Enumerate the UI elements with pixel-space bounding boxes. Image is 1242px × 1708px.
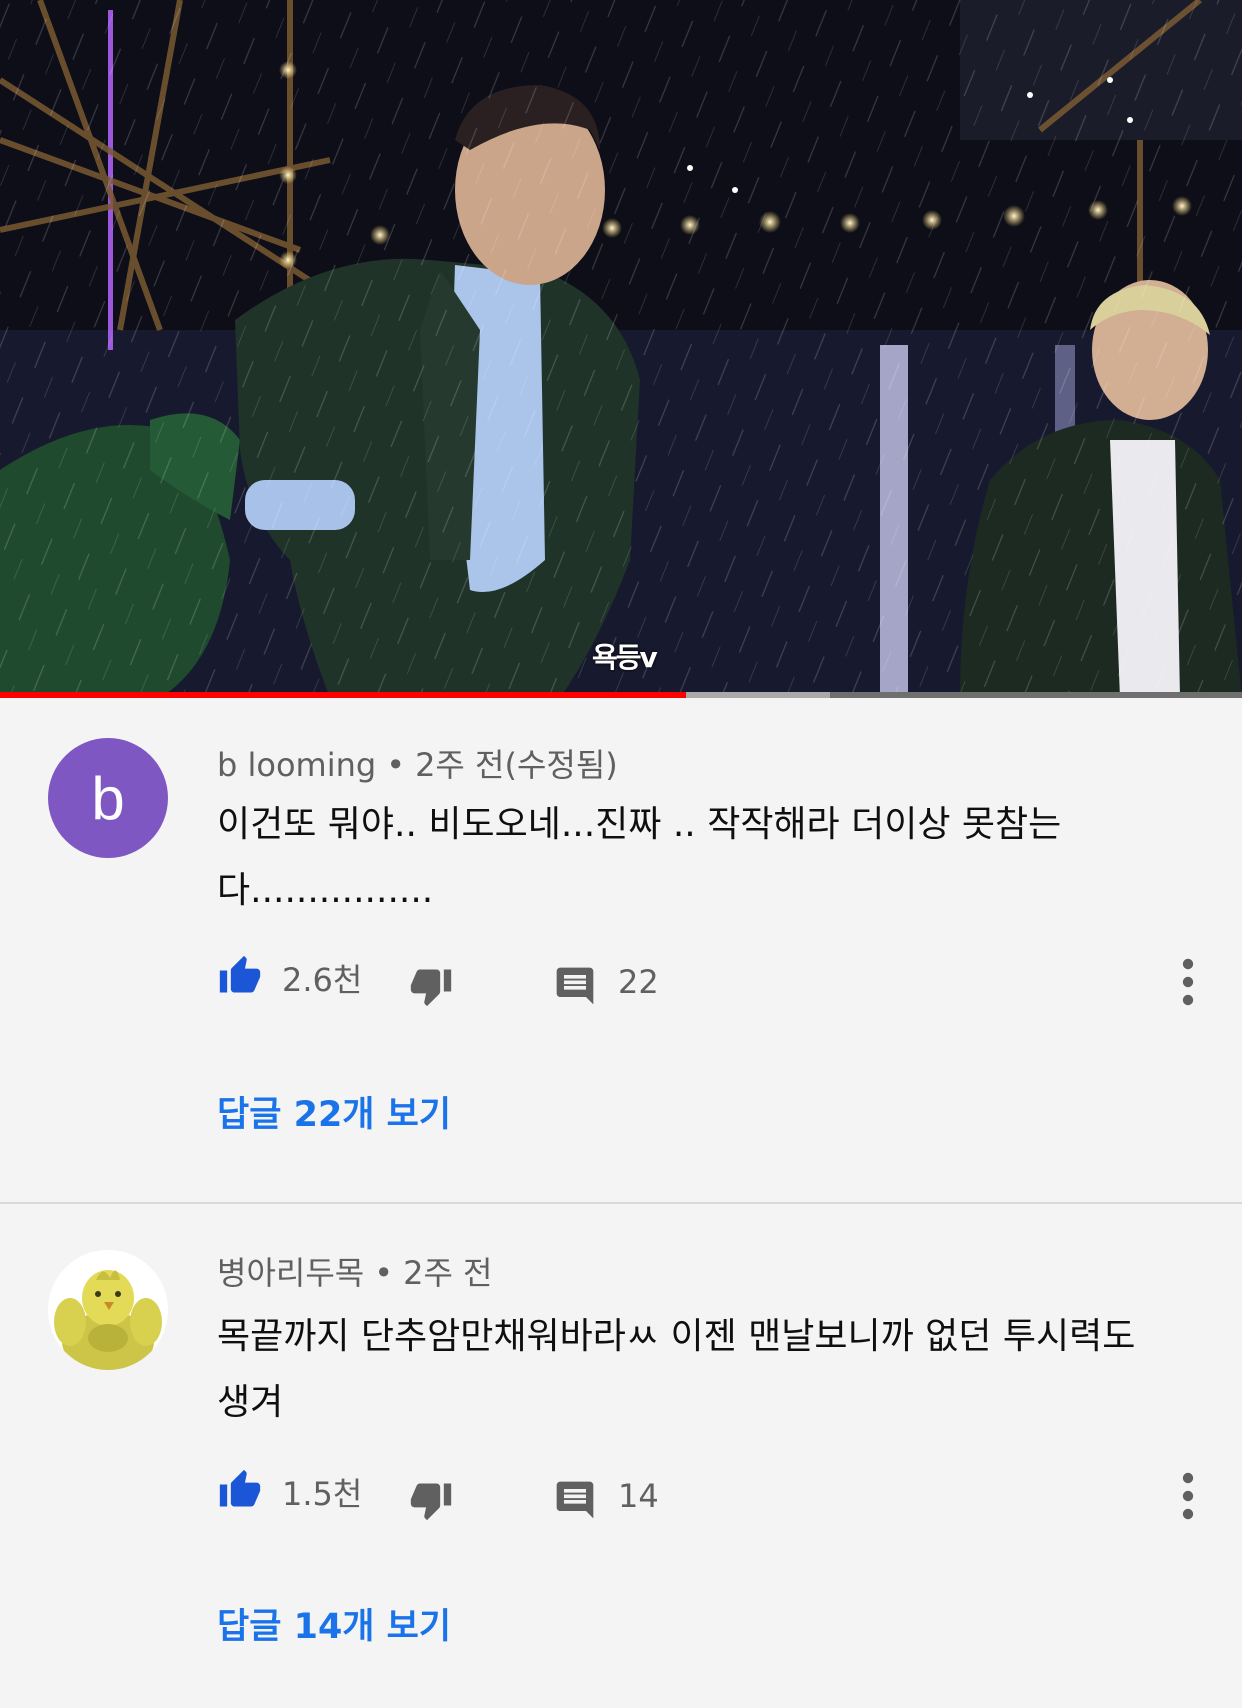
chick-avatar-icon — [48, 1250, 168, 1370]
comment-icon[interactable] — [553, 1478, 597, 1522]
avatar[interactable]: b — [48, 738, 168, 858]
avatar-letter: b — [91, 764, 125, 832]
comment-time: 2주 전 — [403, 1254, 493, 1292]
like-count: 1.5천 — [282, 1475, 363, 1513]
meta-separator: • — [374, 1254, 394, 1292]
thumb-up-icon[interactable] — [217, 1468, 263, 1512]
more-vert-icon[interactable] — [1176, 956, 1200, 1008]
comment-text: 이건또 뭐야.. 비도오네...진짜 .. 작작해라 더이상 못참는다.....… — [217, 804, 1062, 911]
comment-author[interactable]: b looming — [217, 746, 376, 784]
comment-actions: 2.6천 22 — [0, 952, 1242, 1012]
meta-separator: • — [386, 746, 406, 784]
comment-icon[interactable] — [553, 964, 597, 1008]
comment-actions: 1.5천 14 — [0, 1466, 1242, 1526]
avatar[interactable] — [48, 1250, 168, 1370]
reply-count: 14 — [618, 1477, 659, 1515]
video-frame — [0, 0, 1242, 698]
video-player[interactable]: 욕등v — [0, 0, 1242, 698]
comment-time: 2주 전(수정됨) — [415, 746, 618, 784]
thumb-down-icon[interactable] — [408, 1478, 454, 1522]
comment-meta: b looming • 2주 전(수정됨) — [217, 740, 618, 786]
view-replies-link[interactable]: 답글 14개 보기 — [217, 1598, 451, 1649]
thumb-up-icon[interactable] — [217, 954, 263, 998]
more-vert-icon[interactable] — [1176, 1470, 1200, 1522]
comment-author[interactable]: 병아리두목 — [217, 1254, 364, 1292]
reply-count: 22 — [618, 963, 659, 1001]
thumb-down-icon[interactable] — [408, 964, 454, 1008]
comment-thread: b b looming • 2주 전(수정됨) 이건또 뭐야.. 비도오네...진짜… — [0, 698, 1242, 1203]
comment-meta: 병아리두목 • 2주 전 — [217, 1248, 493, 1294]
video-watermark: 욕등v — [592, 641, 658, 674]
comment-text: 목끝까지 단추암만채워바라ㅆ 이젠 맨날보니까 없던 투시력도 생겨 — [217, 1316, 1136, 1423]
like-count: 2.6천 — [282, 961, 363, 999]
view-replies-link[interactable]: 답글 22개 보기 — [217, 1086, 451, 1137]
comment-thread: 병아리두목 • 2주 전 목끝까지 단추암만채워바라ㅆ 이젠 맨날보니까 없던 투시… — [0, 1204, 1242, 1708]
